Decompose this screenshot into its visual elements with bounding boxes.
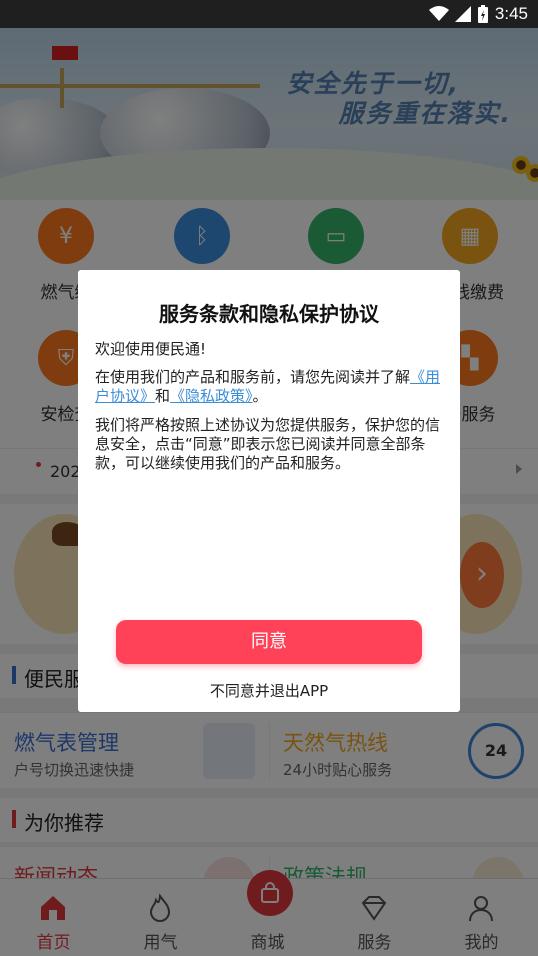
privacy-policy-link[interactable]: 《隐私政策》 <box>170 387 253 405</box>
wifi-icon <box>428 6 449 21</box>
signal-icon <box>454 6 471 22</box>
dialog-body: 我们将严格按照上述协议为您提供服务，保护您的信息安全，点击“同意”即表示您已阅读… <box>95 416 441 472</box>
dialog-title: 服务条款和隐私保护协议 <box>159 302 379 326</box>
dialog-and-text: 和 <box>155 387 171 405</box>
dialog-intro: 在使用我们的产品和服务前，请您先阅读并了解《用户协议》和《隐私政策》。 <box>95 368 447 406</box>
disagree-exit-button[interactable]: 不同意并退出APP <box>78 680 460 701</box>
clock: 3:45 <box>494 4 528 23</box>
battery-icon <box>477 5 488 23</box>
status-bar: 3:45 <box>0 0 538 28</box>
dialog-period: 。 <box>252 387 268 405</box>
agree-button[interactable]: 同意 <box>116 620 422 664</box>
dialog-intro-text: 在使用我们的产品和服务前，请您先阅读并了解 <box>95 368 411 386</box>
dialog-welcome: 欢迎使用便民通! <box>95 340 207 358</box>
terms-privacy-dialog: 服务条款和隐私保护协议 欢迎使用便民通! 在使用我们的产品和服务前，请您先阅读并… <box>78 270 460 712</box>
